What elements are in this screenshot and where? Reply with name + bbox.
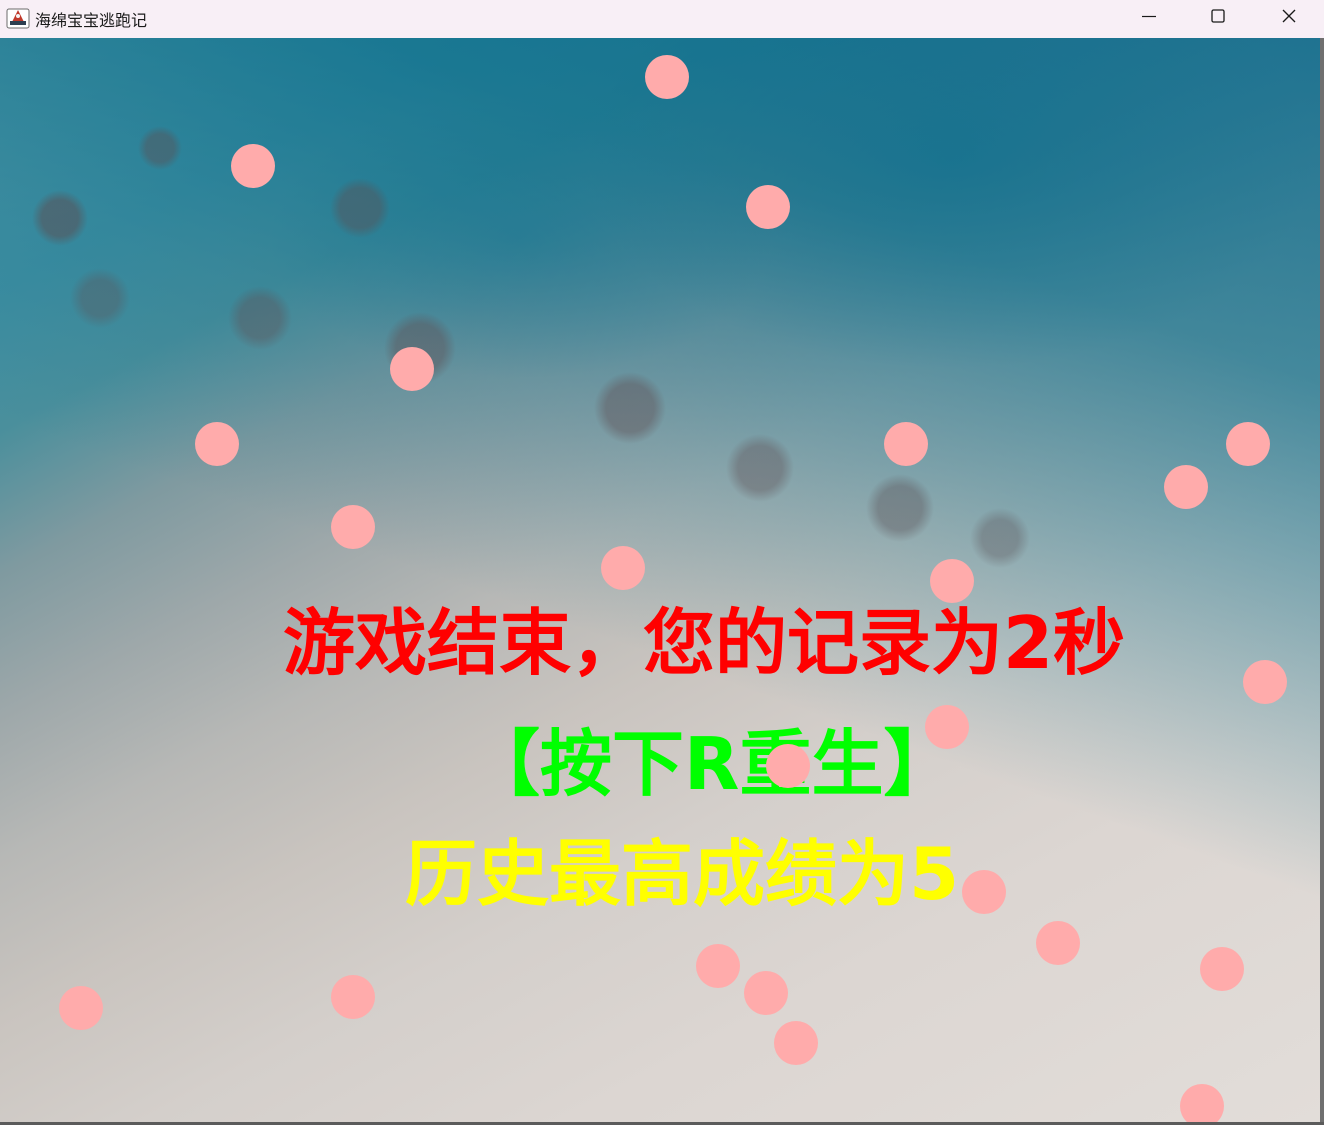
- enemy-ball: [766, 744, 810, 788]
- java-app-icon: [6, 6, 30, 30]
- enemy-ball: [601, 546, 645, 590]
- enemy-ball: [1226, 422, 1270, 466]
- enemy-ball: [962, 870, 1006, 914]
- enemy-ball: [390, 347, 434, 391]
- close-button[interactable]: [1254, 0, 1324, 32]
- enemy-ball: [195, 422, 239, 466]
- enemy-ball: [774, 1021, 818, 1065]
- enemy-ball: [696, 944, 740, 988]
- best-score-message: 历史最高成绩为5: [405, 832, 960, 916]
- reef-texture: [0, 38, 1320, 1122]
- enemy-ball: [930, 559, 974, 603]
- enemy-ball: [884, 422, 928, 466]
- maximize-icon: [1210, 8, 1226, 24]
- enemy-ball: [1180, 1084, 1224, 1122]
- enemy-ball: [746, 185, 790, 229]
- enemy-ball: [1200, 947, 1244, 991]
- maximize-button[interactable]: [1183, 0, 1253, 32]
- enemy-ball: [1243, 660, 1287, 704]
- enemy-ball: [645, 55, 689, 99]
- minimize-icon: [1141, 8, 1157, 24]
- title-bar[interactable]: 海绵宝宝逃跑记: [0, 0, 1324, 38]
- game-canvas[interactable]: 游戏结束，您的记录为2秒 【按下R重生】 历史最高成绩为5: [0, 38, 1320, 1122]
- enemy-ball: [231, 144, 275, 188]
- enemy-ball: [744, 971, 788, 1015]
- window-title: 海绵宝宝逃跑记: [35, 11, 148, 30]
- game-over-message: 游戏结束，您的记录为2秒: [283, 601, 1126, 685]
- window-border: [1320, 38, 1324, 1125]
- enemy-ball: [59, 986, 103, 1030]
- respawn-hint: 【按下R重生】: [468, 722, 956, 806]
- close-icon: [1281, 8, 1297, 24]
- enemy-ball: [1164, 465, 1208, 509]
- enemy-ball: [1036, 921, 1080, 965]
- minimize-button[interactable]: [1114, 0, 1184, 32]
- enemy-ball: [331, 505, 375, 549]
- game-window: 海绵宝宝逃跑记 游戏结束，您的记录为2秒 【按下R重生】 历史最高成绩为5: [0, 0, 1324, 1125]
- enemy-ball: [331, 975, 375, 1019]
